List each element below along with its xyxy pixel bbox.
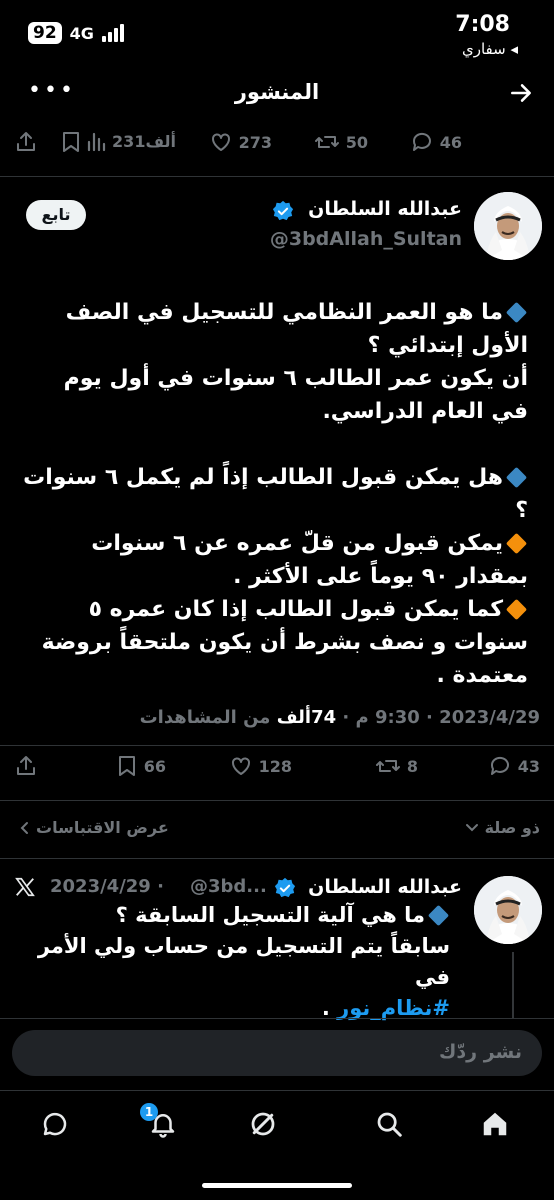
reply-text: ما هي آلية التسجيل السابقة ؟ سابقاً يتم … [10, 900, 450, 1024]
bookmark-button[interactable] [60, 130, 82, 154]
post-header: المنشور ••• [0, 74, 554, 118]
repost-count: 50 [345, 132, 368, 152]
back-to-safari[interactable]: ◂ سفاري [462, 40, 518, 58]
thread-options: ذو صلة عرض الاقتباسات [0, 816, 554, 844]
relevant-sort[interactable]: ذو صلة [465, 818, 540, 837]
repost-button[interactable]: 8 [375, 754, 418, 778]
battery-level: 92 [28, 22, 62, 44]
analytics-icon [87, 132, 106, 152]
reply-composer[interactable]: نشر ردّك [12, 1030, 542, 1076]
share-button[interactable] [14, 130, 38, 154]
profile-photo [474, 876, 542, 944]
chevron-down-icon [465, 823, 478, 831]
reply-handle[interactable]: @3bd... [190, 876, 267, 897]
reply-button[interactable]: 46 [410, 130, 462, 154]
heart-icon [231, 757, 250, 775]
divider [0, 745, 554, 746]
repost-icon [375, 760, 400, 772]
share-icon [17, 756, 35, 775]
views-button[interactable]: 231ألف [86, 130, 176, 152]
status-left: 92 4G [28, 22, 124, 44]
avatar[interactable] [474, 192, 542, 260]
prev-tweet-actions: 46 50 273 231ألف [0, 130, 554, 162]
like-button[interactable]: 128 [229, 754, 292, 778]
tweet-date[interactable]: 2023/4/29 [439, 707, 540, 728]
views-label: من المشاهدات [139, 707, 271, 728]
like-count: 128 [258, 756, 292, 776]
search-icon[interactable] [374, 1109, 404, 1143]
tweet-text: ما هو العمر النظامي للتسجيل في الصف الأو… [23, 296, 528, 692]
views-total: 74ألف [276, 707, 337, 728]
bookmark-button[interactable]: 66 [116, 754, 166, 778]
reply-count: 43 [517, 756, 540, 776]
reply-author-name[interactable]: عبدالله السلطان [308, 876, 462, 898]
profile-photo [474, 192, 542, 260]
reply-line: ما هي آلية التسجيل السابقة ؟ [10, 900, 450, 931]
bottom-nav: 1 [0, 1090, 554, 1160]
thread-connector [512, 952, 514, 1018]
orange-diamond-icon [505, 532, 528, 554]
bookmark-count: 66 [143, 756, 166, 776]
notification-badge: 1 [140, 1103, 158, 1121]
repost-button[interactable]: 50 [314, 130, 368, 154]
bookmark-icon [118, 756, 135, 776]
divider [0, 1018, 554, 1019]
network-type: 4G [69, 23, 94, 43]
status-bar: 92 4G 7:08 ◂ سفاري [0, 0, 554, 64]
divider [0, 858, 554, 859]
heart-icon [211, 133, 230, 151]
tweet-meta: 2023/4/29 · 9:30 م · 74ألف من المشاهدات [139, 707, 540, 728]
tweet-paragraph: كما يمكن قبول الطالب إذا كان عمره ٥ سنوا… [41, 597, 528, 688]
hashtag-link[interactable]: #نظام_نور [337, 996, 450, 1020]
signal-bars-icon [101, 24, 124, 42]
tweet-paragraph: ما هو العمر النظامي للتسجيل في الصف الأو… [65, 300, 528, 358]
like-button[interactable]: 273 [209, 130, 272, 154]
grok-icon[interactable] [248, 1109, 278, 1143]
views-count: 231ألف [112, 131, 176, 151]
blue-diamond-icon [505, 466, 528, 488]
repost-icon [314, 136, 339, 148]
home-indicator [202, 1183, 352, 1188]
reply-count: 46 [439, 132, 462, 152]
chevron-left-icon [20, 821, 28, 834]
author-handle[interactable]: @3bdAllah_Sultan [270, 228, 462, 250]
clock: 7:08 [455, 12, 510, 37]
view-quotes-link[interactable]: عرض الاقتباسات [18, 818, 169, 837]
reply-date[interactable]: 2023/4/29 · [50, 876, 164, 897]
tweet-paragraph: هل يمكن قبول الطالب إذاً لم يكمل ٦ سنوات… [23, 465, 528, 523]
more-options-icon[interactable]: ••• [28, 78, 76, 103]
divider [0, 800, 554, 801]
blue-diamond-icon [505, 301, 528, 323]
blue-diamond-icon [427, 904, 450, 926]
reply-avatar[interactable] [474, 876, 542, 944]
x-logo-icon[interactable] [14, 876, 36, 902]
share-button[interactable] [14, 754, 38, 778]
repost-count: 8 [406, 756, 418, 776]
page-title: المنشور [234, 80, 320, 104]
reply-line: سابقاً يتم التسجيل من حساب ولي الأمر في [37, 934, 450, 989]
reply-icon [490, 756, 509, 775]
divider [0, 176, 554, 177]
tweet-actions: 43 8 128 66 [0, 754, 554, 786]
share-icon [17, 132, 35, 151]
verified-badge-icon [272, 200, 294, 226]
tweet-time[interactable]: 9:30 م [356, 707, 420, 728]
like-count: 273 [238, 132, 272, 152]
orange-diamond-icon [505, 598, 528, 620]
reply-icon [412, 132, 431, 151]
bookmark-icon [63, 132, 79, 152]
tweet-paragraph: أن يكون عمر الطالب ٦ سنوات في أول يوم في… [63, 366, 528, 424]
author-name[interactable]: عبدالله السلطان [308, 198, 462, 220]
messages-icon[interactable] [40, 1109, 70, 1143]
composer-placeholder: نشر ردّك [438, 1041, 522, 1063]
follow-button[interactable]: تابع [26, 200, 86, 230]
reply-line: #نظام_نور . [321, 996, 450, 1020]
reply-button[interactable]: 43 [488, 754, 540, 778]
home-icon[interactable] [480, 1109, 510, 1143]
tweet-paragraph: يمكن قبول من قلّ عمره عن ٦ سنوات بمقدار … [91, 531, 528, 589]
